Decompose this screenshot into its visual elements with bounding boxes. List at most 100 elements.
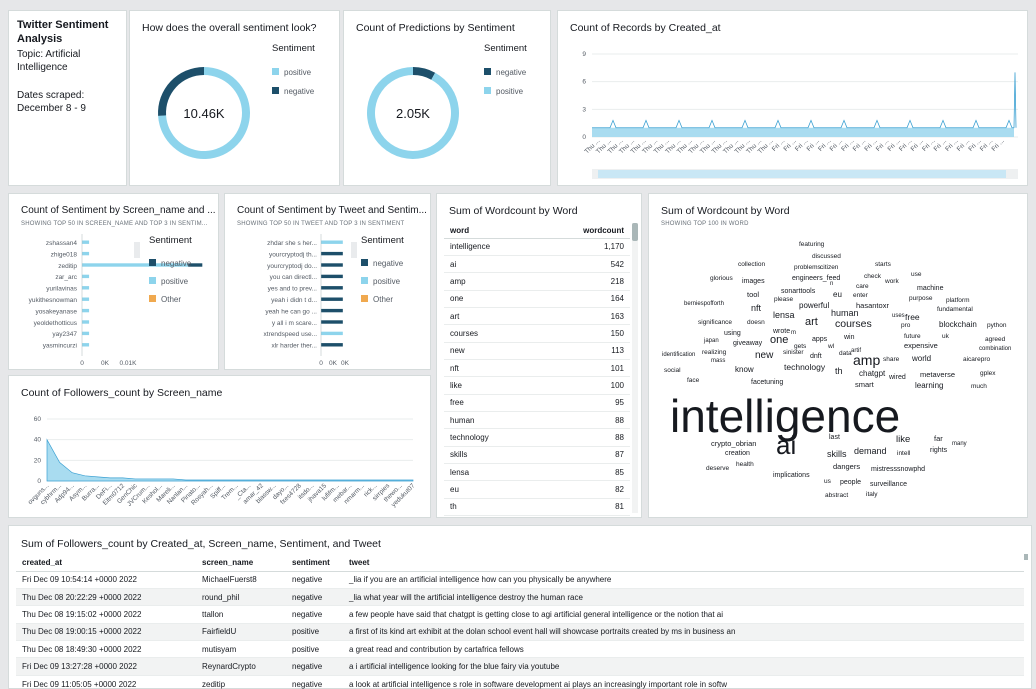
wordcloud-word[interactable]: crypto_obrian	[711, 439, 756, 448]
wordcloud-word[interactable]: learning	[915, 381, 943, 390]
wordcloud-word[interactable]: wl	[827, 343, 835, 350]
bar-positive[interactable]	[82, 320, 90, 324]
wordcloud-word[interactable]: wired	[888, 374, 906, 381]
column-header-created-at[interactable]: created_at	[16, 554, 196, 572]
table-row[interactable]: new 113	[444, 342, 630, 360]
bar-negative[interactable]	[321, 308, 343, 313]
wordcloud-word[interactable]: creation	[725, 450, 750, 457]
table-row[interactable]: art 163	[444, 307, 630, 326]
wordcloud-word[interactable]: identification	[662, 352, 695, 358]
bar-positive[interactable]	[82, 343, 90, 347]
wordcloud-word[interactable]: art	[805, 316, 818, 328]
legend-item-negative[interactable]: negative	[496, 68, 527, 77]
wordcloud-word[interactable]: sonarttools	[781, 288, 816, 295]
wordcloud-word[interactable]: berniespofforth	[684, 301, 724, 307]
wordcloud-word[interactable]: world	[911, 354, 931, 363]
wordcloud-word[interactable]: tool	[747, 290, 759, 299]
wordcloud-word[interactable]: future	[904, 333, 921, 340]
table-row[interactable]: Thu Dec 08 19:00:15 +0000 2022 FairfieldU…	[16, 623, 1024, 642]
bar-positive[interactable]	[82, 240, 90, 244]
legend-item-other[interactable]: Other	[373, 295, 393, 304]
wordcloud-word[interactable]: n	[830, 281, 833, 287]
wordcloud-word[interactable]: metaverse	[920, 370, 955, 379]
legend-item-positive[interactable]: positive	[496, 87, 524, 96]
table-row[interactable]: one 164	[444, 290, 630, 308]
wordcloud-word[interactable]: significance	[698, 319, 732, 326]
column-header-wordcount[interactable]: wordcount	[536, 223, 630, 239]
wordcloud-word[interactable]: japan	[703, 338, 719, 344]
wordcloud-word[interactable]: far	[934, 434, 943, 443]
donut-slice-negative[interactable]	[413, 67, 436, 80]
range-slider-handle[interactable]	[598, 170, 1006, 178]
wordcloud-word[interactable]: discussed	[812, 253, 841, 260]
wordcloud-word[interactable]: sinister	[783, 349, 804, 356]
wordcloud-word[interactable]: python	[987, 322, 1007, 329]
wordcloud-word[interactable]: dangers	[833, 462, 860, 471]
bar-negative[interactable]	[321, 320, 343, 324]
wordcloud-word[interactable]: people	[840, 479, 861, 486]
followers-area-chart[interactable]: 0204060ovguns...cybhrm...Adp94...Asym...…	[9, 376, 431, 518]
bar-negative[interactable]	[321, 343, 343, 347]
wordcloud-word[interactable]: use	[911, 271, 922, 278]
wordcount-table[interactable]: word wordcount intelligence 1,170 ai 542 amp…	[444, 223, 630, 517]
table-row[interactable]: th 81	[444, 498, 630, 517]
wordcloud-word[interactable]: social	[664, 367, 681, 374]
wordcloud-word[interactable]: data	[839, 350, 852, 357]
bar-negative[interactable]	[321, 274, 343, 279]
table-row[interactable]: Fri Dec 09 13:27:28 +0000 2022 ReynardCry…	[16, 657, 1024, 676]
table-row[interactable]: intelligence 1,170	[444, 238, 630, 256]
wordcloud-word[interactable]: m	[791, 330, 796, 336]
table-row[interactable]: like 100	[444, 376, 630, 395]
wordcloud[interactable]: featuring discussed collection starts proble…	[649, 194, 1028, 518]
sentiment-screen-bar-chart[interactable]: zshassan4 zhige018 zeditip zar_arc yurilavin…	[9, 194, 219, 370]
bar-positive[interactable]	[82, 308, 90, 313]
column-header-sentiment[interactable]: sentiment	[286, 554, 343, 572]
wordcloud-word[interactable]: images	[742, 278, 765, 285]
wordcloud-word[interactable]: smart	[855, 380, 875, 389]
wordcloud-word[interactable]: work	[884, 278, 899, 285]
sentiment-by-screen-name-card[interactable]: Count of Sentiment by Screen_name and ..…	[8, 193, 219, 370]
bar-negative[interactable]	[321, 297, 343, 301]
wordcloud-word[interactable]: ai	[776, 430, 796, 460]
wordcloud-word[interactable]: demand	[854, 446, 887, 456]
table-row[interactable]: nft 101	[444, 359, 630, 378]
sentiment-by-tweet-card[interactable]: Count of Sentiment by Tweet and Sentim..…	[224, 193, 431, 370]
wordcloud-word[interactable]: apps	[812, 336, 828, 343]
wordcloud-word[interactable]: eu	[833, 290, 842, 299]
wordcloud-word[interactable]: courses	[835, 318, 872, 330]
wordcloud-word[interactable]: last	[829, 434, 840, 441]
table-row[interactable]: Thu Dec 08 18:49:30 +0000 2022 mutisyam po…	[16, 640, 1024, 659]
wordcloud-word[interactable]: giveaway	[733, 340, 763, 347]
wordcloud-word[interactable]: us	[824, 478, 832, 485]
scrollbar-thumb[interactable]	[632, 223, 638, 241]
followers-detail-table[interactable]: created_at screen_name sentiment tweet F…	[16, 554, 1024, 689]
wordcloud-word[interactable]: blockchain	[939, 320, 977, 329]
wordcloud-word[interactable]: facetuning	[751, 379, 783, 386]
wordcloud-word[interactable]: citizen	[820, 264, 839, 271]
wordcloud-word[interactable]: th	[835, 366, 843, 376]
wordcloud-word[interactable]: rights	[930, 447, 948, 454]
table-row[interactable]: technology 88	[444, 428, 630, 447]
column-header-screen-name[interactable]: screen_name	[196, 554, 286, 572]
wordcloud-word[interactable]: please	[774, 296, 794, 303]
sentiment-tweet-bar-chart[interactable]: zhdar she s her... yourcryptodj th... your…	[225, 194, 431, 370]
wordcloud-word[interactable]: surveillance	[870, 481, 907, 488]
wordcloud-word[interactable]: mass	[711, 358, 725, 364]
legend-item-positive[interactable]: positive	[284, 68, 312, 77]
bar-positive[interactable]	[82, 251, 90, 256]
wordcloud-word[interactable]: many	[952, 441, 967, 447]
wordcloud-word[interactable]: technology	[784, 362, 826, 372]
wordcloud-word[interactable]: free	[905, 312, 920, 322]
wordcloud-word[interactable]: featuring	[799, 241, 825, 248]
wordcloud-word[interactable]: intell	[897, 450, 911, 457]
donut-card-predictions[interactable]: Count of Predictions by Sentiment 2.05K S…	[343, 10, 551, 186]
wordcloud-word[interactable]: collection	[738, 261, 765, 268]
legend-item-positive[interactable]: positive	[161, 277, 189, 286]
wordcloud-word[interactable]: using	[724, 330, 741, 337]
bar-positive[interactable]	[321, 240, 343, 244]
wordcloud-word[interactable]: implications	[773, 472, 810, 479]
column-header-tweet[interactable]: tweet	[343, 554, 1024, 572]
wordcloud-word[interactable]: expensive	[904, 341, 938, 350]
wordcloud-word[interactable]: italy	[866, 491, 878, 498]
table-row[interactable]: Thu Dec 08 20:22:29 +0000 2022 round_phil…	[16, 588, 1024, 607]
